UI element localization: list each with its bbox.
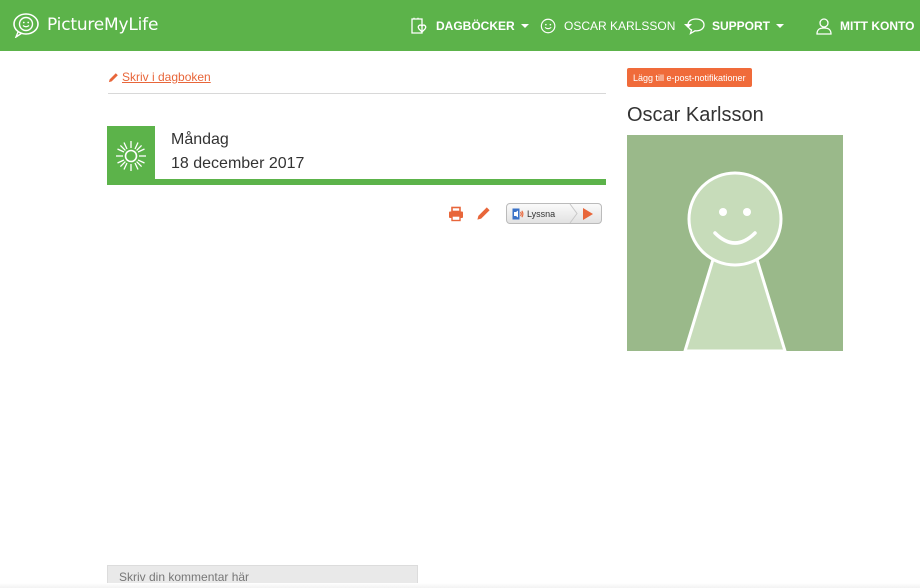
listen-button[interactable]: Lyssna	[506, 203, 602, 224]
nav-support-label: SUPPORT	[712, 18, 771, 33]
entry-date: 18 december 2017	[171, 155, 305, 172]
bottom-shadow	[0, 583, 920, 588]
nav-user-menu[interactable]: OSCAR KARLSSON	[540, 0, 693, 51]
add-email-notifications-button[interactable]: Lägg till e-post-notifikationer	[627, 68, 752, 87]
profile-name: Oscar Karlsson	[627, 104, 764, 126]
diary-icon	[411, 17, 427, 34]
top-navbar: PictureMyLife DAGBÖCKER OSCAR KARLSSON S…	[0, 0, 920, 51]
edit-button[interactable]	[476, 206, 492, 222]
sun-icon	[116, 140, 146, 171]
avatar-placeholder-icon	[627, 135, 843, 351]
weather-badge	[107, 126, 155, 185]
diary-date-header: Måndag 18 december 2017	[107, 126, 606, 185]
chevron-down-icon	[520, 23, 529, 28]
listen-label: Lyssna	[527, 208, 556, 219]
nav-diaries[interactable]: DAGBÖCKER	[410, 0, 529, 51]
nav-support[interactable]: SUPPORT	[686, 0, 785, 51]
nav-account-label: MITT KONTO	[840, 18, 915, 33]
smiley-icon	[540, 18, 556, 33]
write-diary-link[interactable]: Skriv i dagboken	[108, 70, 211, 84]
write-diary-label: Skriv i dagboken	[122, 70, 211, 84]
brand-name: PictureMyLife	[47, 15, 159, 35]
chevron-down-icon	[776, 23, 785, 28]
print-button[interactable]	[448, 206, 464, 222]
avatar	[627, 135, 843, 351]
entry-weekday: Måndag	[171, 131, 229, 148]
nav-user-label: OSCAR KARLSSON	[564, 18, 676, 33]
divider	[108, 93, 606, 94]
speaker-icon	[512, 208, 524, 219]
play-icon	[583, 208, 593, 220]
nav-my-account[interactable]: MITT KONTO	[814, 0, 920, 51]
entry-toolbar: Lyssna	[448, 203, 602, 224]
nav-diaries-label: DAGBÖCKER	[436, 18, 515, 33]
logo-icon	[13, 13, 39, 38]
pencil-icon	[108, 72, 118, 82]
brand-logo[interactable]: PictureMyLife	[12, 12, 158, 38]
print-icon	[449, 206, 463, 221]
pencil-icon	[477, 207, 490, 220]
separator-chevron	[569, 204, 578, 223]
user-icon	[816, 17, 832, 35]
speech-bubble-icon	[687, 17, 705, 35]
